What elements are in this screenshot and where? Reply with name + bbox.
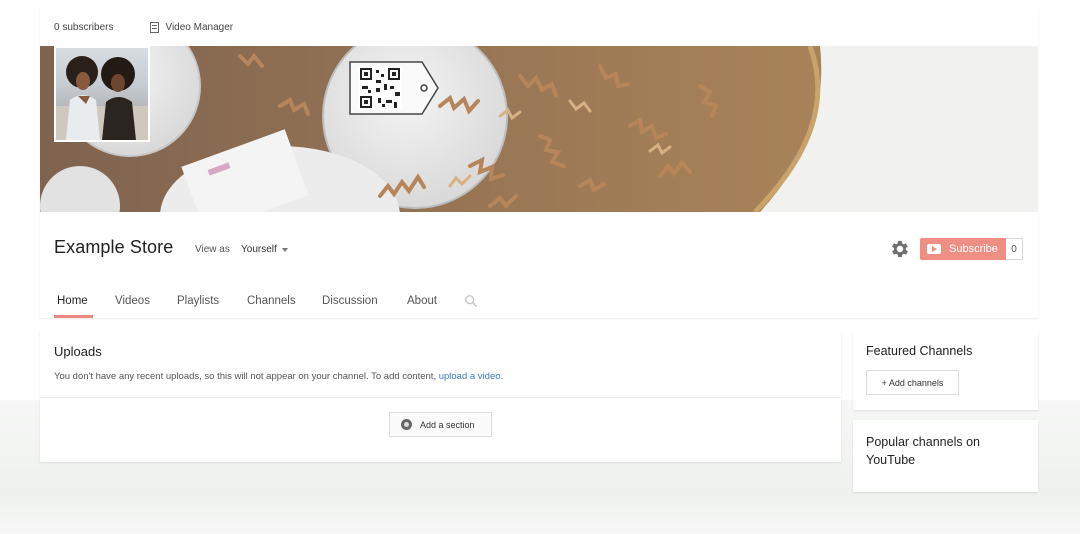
featured-channels-title: Featured Channels (866, 344, 973, 358)
youtube-play-icon (927, 244, 941, 254)
tab-home[interactable]: Home (57, 295, 88, 307)
subscriber-count-text: 0 subscribers (54, 21, 114, 33)
subscribe-button[interactable]: Subscribe (920, 238, 1006, 260)
section-divider (40, 397, 841, 398)
view-as-label: View as (195, 244, 230, 255)
channel-title: Example Store (54, 237, 174, 257)
channel-topbar: 0 subscribers Video Manager (40, 8, 1038, 46)
add-circle-icon (401, 419, 412, 430)
video-manager-link[interactable]: Video Manager (150, 21, 234, 33)
gear-icon[interactable] (888, 238, 910, 260)
tab-channels[interactable]: Channels (247, 295, 296, 307)
add-channels-button[interactable]: + Add channels (866, 370, 959, 395)
video-manager-label: Video Manager (165, 21, 234, 33)
chevron-down-icon (281, 247, 288, 252)
popular-channels-card: Popular channels on YouTube (853, 420, 1038, 492)
tab-discussion[interactable]: Discussion (322, 295, 378, 307)
view-as-dropdown[interactable]: Yourself (241, 244, 288, 255)
uploads-message-text: You don't have any recent uploads, so th… (54, 371, 437, 382)
tab-playlists[interactable]: Playlists (177, 295, 219, 307)
add-section-label: Add a section (420, 419, 475, 430)
channel-avatar[interactable] (54, 46, 150, 142)
banner-artwork (40, 46, 1038, 212)
add-section-button[interactable]: Add a section (389, 412, 492, 437)
uploads-section: Uploads You don't have any recent upload… (40, 330, 841, 462)
featured-channels-card: Featured Channels + Add channels (853, 330, 1038, 410)
channel-banner (40, 46, 1038, 212)
subscribe-count-badge: 0 (1006, 238, 1023, 260)
subscribe-label: Subscribe (949, 243, 998, 255)
channel-tabs: Home Videos Playlists Channels Discussio… (40, 284, 1038, 318)
video-manager-icon (150, 21, 160, 33)
uploads-title: Uploads (54, 344, 102, 359)
tab-videos[interactable]: Videos (115, 295, 150, 307)
popular-channels-title: Popular channels on YouTube (866, 435, 980, 467)
uploads-empty-message: You don't have any recent uploads, so th… (54, 371, 503, 382)
search-icon[interactable] (464, 294, 478, 308)
active-tab-indicator (54, 315, 93, 318)
tab-about[interactable]: About (407, 295, 437, 307)
view-as-value: Yourself (241, 244, 277, 255)
upload-video-link[interactable]: upload a video (439, 371, 501, 382)
avatar-photo (56, 56, 148, 140)
uploads-message-period: . (500, 371, 504, 382)
